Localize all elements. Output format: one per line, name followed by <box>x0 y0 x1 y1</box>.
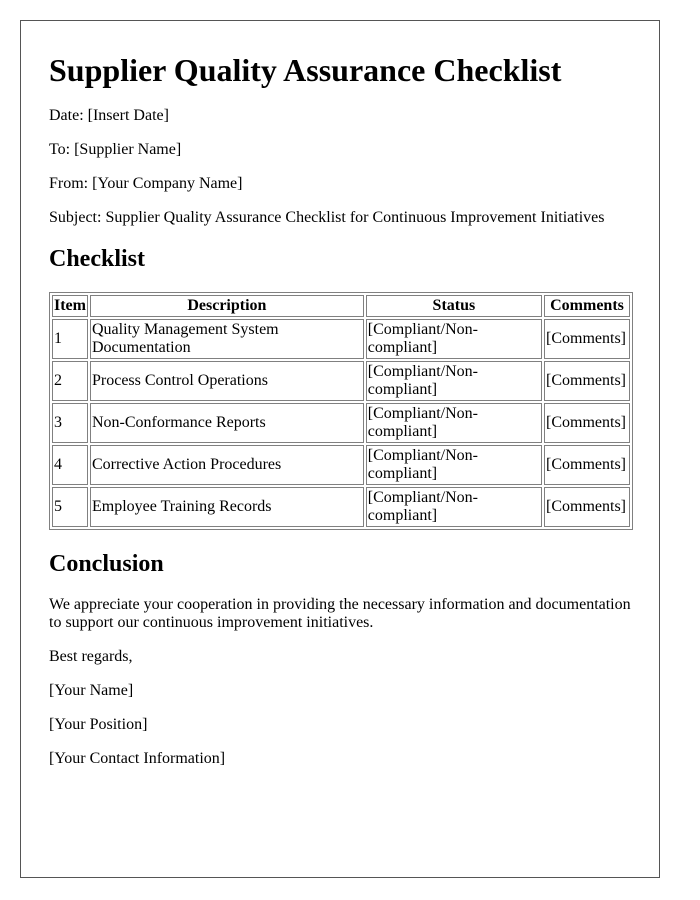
conclusion-heading: Conclusion <box>49 551 164 577</box>
letter-meta: Date: [Insert Date] To: [Supplier Name] … <box>49 107 631 227</box>
table-row: 5 Employee Training Records [Compliant/N… <box>52 487 630 527</box>
checklist-heading: Checklist <box>49 246 145 272</box>
column-header-item: Item <box>52 295 88 317</box>
signature-name: [Your Name] <box>49 682 134 699</box>
item-description: Quality Management System Documentation <box>89 319 364 359</box>
table-row: 3 Non-Conformance Reports [Compliant/Non… <box>52 403 630 443</box>
item-number: 4 <box>52 445 88 485</box>
item-status: [Compliant/Non-compliant] <box>365 319 542 359</box>
item-status: [Compliant/Non-compliant] <box>365 361 542 401</box>
item-number: 2 <box>52 361 88 401</box>
closing-line: Best regards, <box>49 648 133 665</box>
item-number: 1 <box>52 319 88 359</box>
item-comments: [Comments] <box>544 445 630 485</box>
item-description: Process Control Operations <box>89 361 364 401</box>
item-description: Corrective Action Procedures <box>89 445 364 485</box>
item-number: 3 <box>52 403 88 443</box>
conclusion-body: We appreciate your cooperation in provid… <box>49 596 631 631</box>
letter-page: Supplier Quality Assurance Checklist Dat… <box>20 20 660 878</box>
table-row: 1 Quality Management System Documentatio… <box>52 319 630 359</box>
item-comments: [Comments] <box>544 319 630 359</box>
document-title: Supplier Quality Assurance Checklist <box>49 52 562 88</box>
column-header-status: Status <box>365 295 542 317</box>
signature-contact: [Your Contact Information] <box>49 750 226 767</box>
column-header-description: Description <box>89 295 364 317</box>
table-header-row: Item Description Status Comments <box>52 295 630 317</box>
item-number: 5 <box>52 487 88 527</box>
from-line: From: [Your Company Name] <box>49 175 243 192</box>
date-line: Date: [Insert Date] <box>49 107 169 124</box>
checklist-table: Item Description Status Comments 1 Quali… <box>49 292 633 530</box>
item-description: Non-Conformance Reports <box>89 403 364 443</box>
column-header-comments: Comments <box>544 295 630 317</box>
item-description: Employee Training Records <box>89 487 364 527</box>
item-comments: [Comments] <box>544 487 630 527</box>
item-status: [Compliant/Non-compliant] <box>365 403 542 443</box>
conclusion-section: Conclusion We appreciate your cooperatio… <box>49 550 631 768</box>
to-line: To: [Supplier Name] <box>49 141 182 158</box>
subject-line: Subject: Supplier Quality Assurance Chec… <box>49 209 605 226</box>
table-row: 2 Process Control Operations [Compliant/… <box>52 361 630 401</box>
item-comments: [Comments] <box>544 403 630 443</box>
item-comments: [Comments] <box>544 361 630 401</box>
item-status: [Compliant/Non-compliant] <box>365 487 542 527</box>
table-row: 4 Corrective Action Procedures [Complian… <box>52 445 630 485</box>
item-status: [Compliant/Non-compliant] <box>365 445 542 485</box>
signature-position: [Your Position] <box>49 716 148 733</box>
